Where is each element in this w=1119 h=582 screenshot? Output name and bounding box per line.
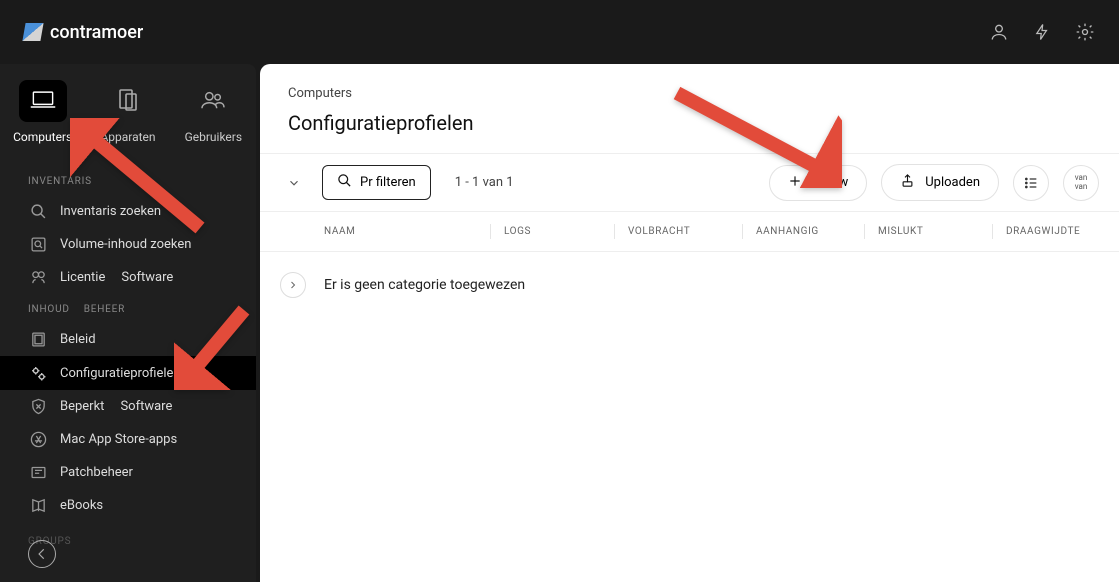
section-header-inhoud-beheer: INHOUD BEHEER [0,294,256,323]
pagination-button[interactable]: van van [1063,165,1099,201]
gear-icon[interactable] [1075,22,1095,42]
collapse-toggle[interactable] [280,169,308,197]
patch-icon [28,464,48,481]
user-icon[interactable] [989,22,1009,42]
back-button[interactable] [28,540,56,568]
policies-icon [28,331,48,348]
siderail-label: Apparaten [100,130,155,144]
device-icon [116,88,140,115]
search-icon [337,173,352,192]
nav-mac-app-store[interactable]: Mac App Store-apps [0,423,256,456]
shield-x-icon [28,398,48,415]
col-naam[interactable]: NAAM [324,226,504,237]
table-row: Er is geen categorie toegewezen [260,252,1119,318]
book-icon [28,497,48,514]
app-store-icon [28,431,48,448]
col-aanhangig[interactable]: AANHANGIG [756,226,878,237]
col-draagwijdte[interactable]: DRAAGWIJDTE [1006,226,1099,237]
nav-licentie-software[interactable]: Licentie Software [0,261,256,294]
license-icon [28,269,48,286]
laptop-icon [29,89,57,114]
uploaden-label: Uploaden [925,175,980,190]
filter-label: Pr filteren [360,175,416,190]
brand-logo-icon [22,23,43,41]
expand-row-button[interactable] [280,272,306,298]
nav-volume-inhoud-zoeken[interactable]: Volume-inhoud zoeken [0,228,256,261]
siderail-item-gebruikers[interactable]: Gebruikers [171,72,256,152]
page-title: Configuratieprofielen [288,111,1091,135]
nav-beperkt-software[interactable]: Beperkt Software [0,390,256,423]
nieuw-label: Nieuw [812,175,848,190]
filter-button[interactable]: Pr filteren [322,165,431,200]
upload-icon [900,173,915,192]
breadcrumb[interactable]: Computers [288,86,1091,101]
gears-icon [28,364,48,382]
brand: contramoer [24,22,143,43]
nieuw-button[interactable]: Nieuw [769,165,867,201]
main: Computers Configuratieprofielen Pr filte… [260,64,1119,582]
topbar-actions [989,22,1095,42]
col-mislukt[interactable]: MISLUKT [878,226,1006,237]
siderail-label: Computers [13,130,72,144]
col-logs[interactable]: LOGS [504,226,628,237]
nav-inventaris-zoeken[interactable]: Inventaris zoeken [0,195,256,228]
nav-configuratieprofielen[interactable]: Configuratieprofielen [0,356,256,390]
bolt-icon[interactable] [1033,22,1051,42]
empty-category-text: Er is geen categorie toegewezen [324,277,525,293]
users-icon [200,89,226,114]
uploaden-button[interactable]: Uploaden [881,164,999,201]
brand-name: contramoer [50,22,143,43]
siderail-item-computers[interactable]: Computers [0,72,85,152]
siderail-label: Gebruikers [185,130,242,144]
main-header: Computers Configuratieprofielen [260,64,1119,153]
topbar: contramoer [0,0,1119,64]
result-range: 1 - 1 van 1 [455,175,514,190]
nav-patchbeheer[interactable]: Patchbeheer [0,456,256,489]
plus-icon [788,174,802,192]
table-header: NAAM LOGS VOLBRACHT AANHANGIG MISLUKT DR… [260,212,1119,252]
siderail-item-apparaten[interactable]: Apparaten [85,72,170,152]
siderail: Computers Apparaten Gebruikers [0,64,256,166]
toolbar: Pr filteren 1 - 1 van 1 Nieuw Uploaden v [260,153,1119,212]
sidebar: Computers Apparaten Gebruikers INVENTARI… [0,64,256,582]
search-icon [28,203,48,220]
col-volbracht[interactable]: VOLBRACHT [628,226,756,237]
nav-beleid[interactable]: Beleid [0,323,256,356]
list-view-button[interactable] [1013,165,1049,201]
volume-search-icon [28,236,48,253]
nav-ebooks[interactable]: eBooks [0,489,256,522]
section-header-inventaris: INVENTARIS [0,166,256,195]
